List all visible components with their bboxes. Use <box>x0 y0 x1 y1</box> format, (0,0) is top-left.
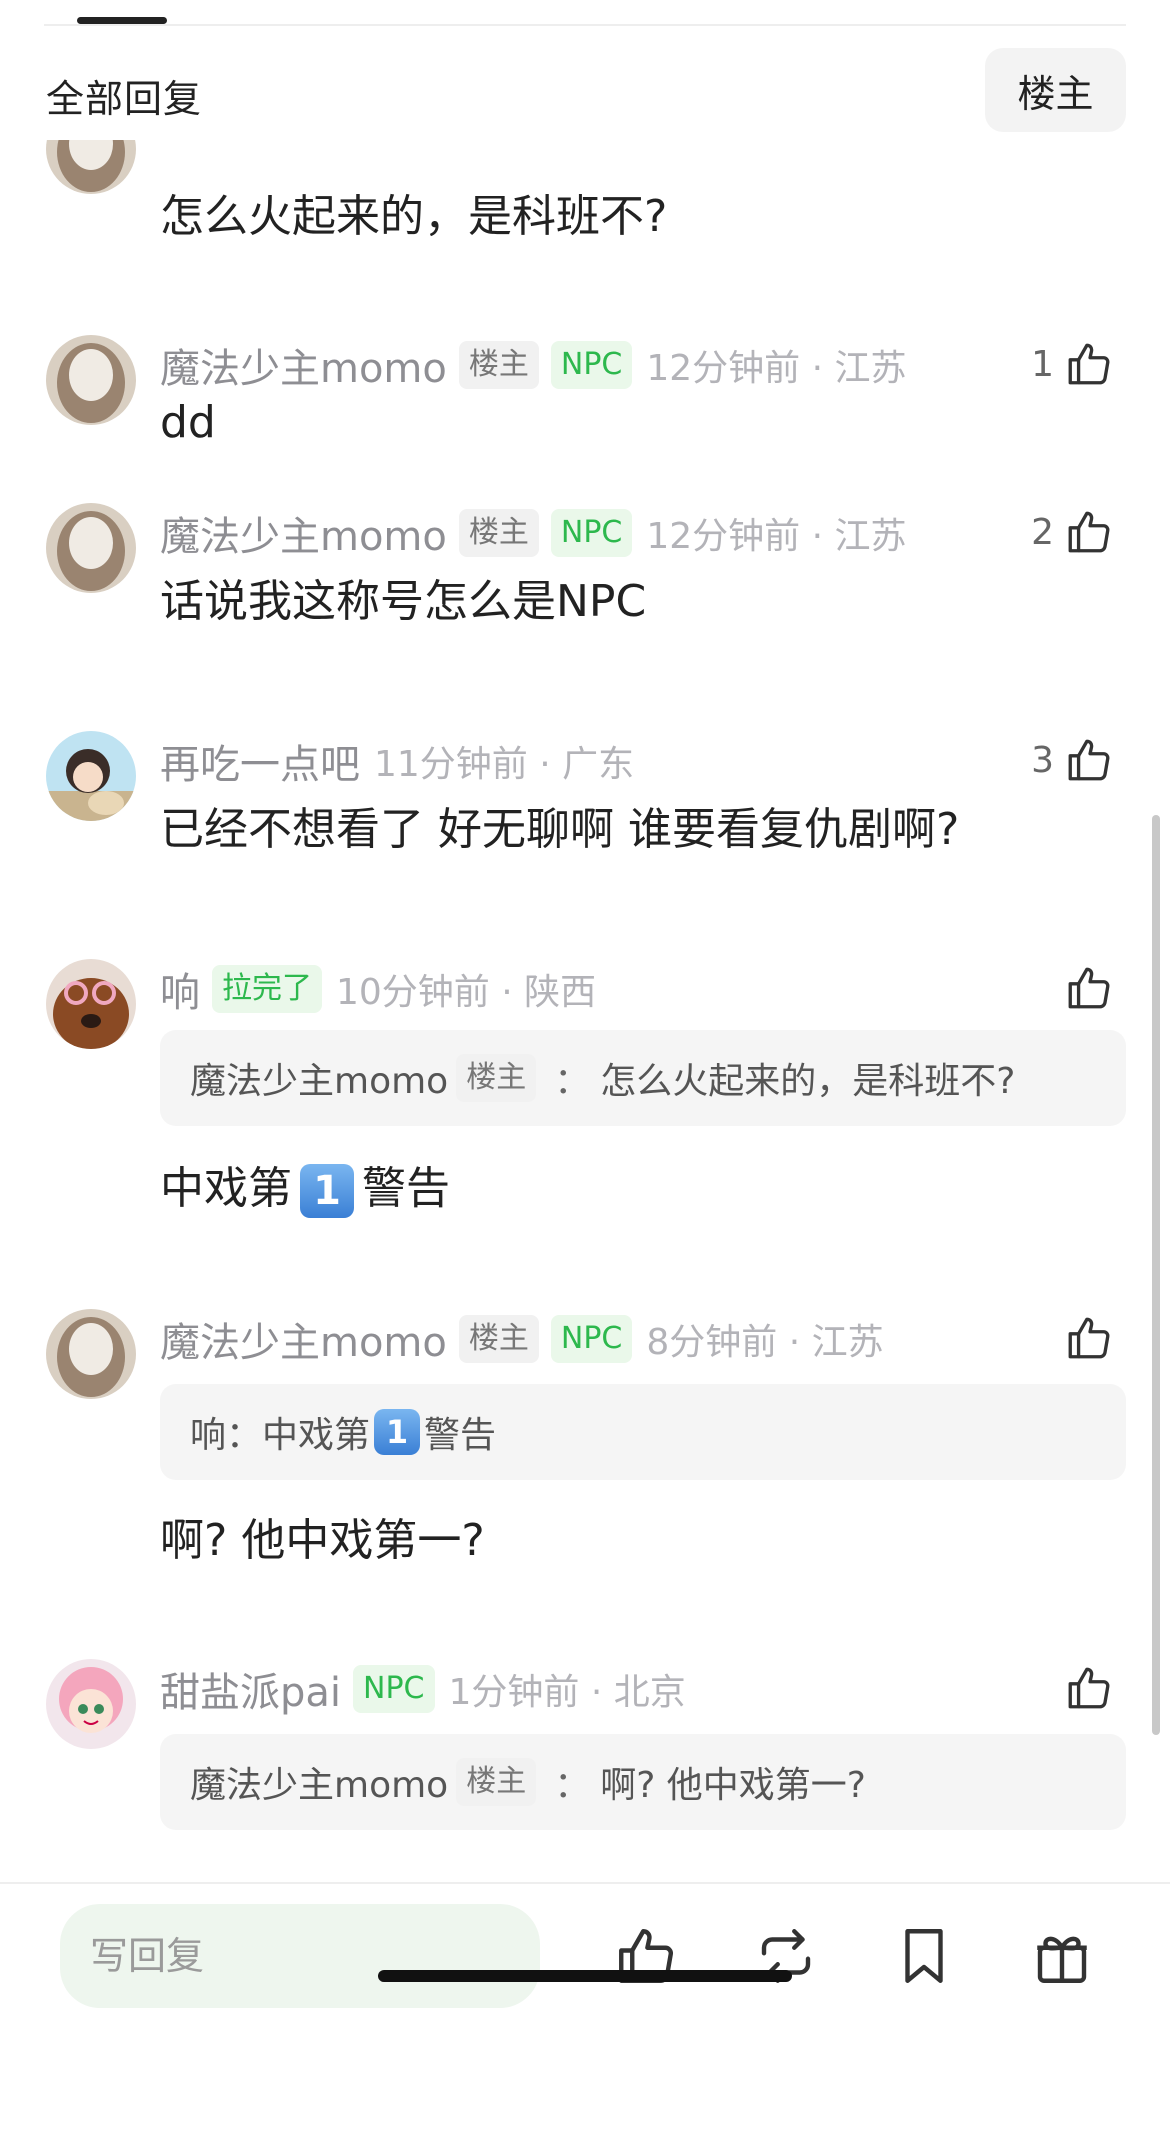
quote-username: 魔法少主momo <box>190 1765 449 1806</box>
username[interactable]: 再吃一点吧 <box>160 732 360 790</box>
username[interactable]: 魔法少主momo <box>160 1310 447 1368</box>
comment-item: 怎么火起来的，是科班不? <box>0 140 1170 260</box>
like-count: 2 <box>1031 511 1054 553</box>
time-location: 8分钟前 · 江苏 <box>646 1322 884 1363</box>
comment-meta: 魔法少主momo 楼主 NPC 12分钟前 · 江苏 <box>160 335 907 395</box>
top-divider <box>44 24 1126 26</box>
comment-item: 魔法少主momo 楼主 NPC 12分钟前 · 江苏 2 话说我这称号怎么是NP… <box>0 503 1170 683</box>
comment-text: dd <box>160 397 216 448</box>
avatar[interactable] <box>46 503 136 593</box>
owner-only-filter-button[interactable]: 楼主 <box>985 48 1126 132</box>
comment-meta: 响 拉完了 10分钟前 · 陕西 <box>160 959 596 1019</box>
top-handle <box>77 17 167 24</box>
thumbs-up-icon <box>1068 343 1110 385</box>
thumbs-up-icon <box>1068 739 1110 781</box>
thumbs-up-icon <box>1068 967 1110 1009</box>
like-count: 1 <box>1031 343 1054 385</box>
comment-text-part: 警告 <box>362 1163 450 1214</box>
title-badge: NPC <box>353 1665 435 1713</box>
like-button[interactable]: 2 <box>1031 507 1114 557</box>
avatar[interactable] <box>46 959 136 1049</box>
comment-text: 怎么火起来的，是科班不? <box>160 191 668 242</box>
time-location: 12分钟前 · 江苏 <box>646 348 907 389</box>
thumbs-up-icon <box>1068 1667 1110 1709</box>
owner-badge: 楼主 <box>456 1054 537 1102</box>
like-button[interactable]: 3 <box>1031 735 1114 785</box>
avatar[interactable] <box>46 335 136 425</box>
comment-item: 响 拉完了 10分钟前 · 陕西 魔法少主momo 楼主 ： 怎么火起来的，是科… <box>0 959 1170 1259</box>
keycap-one-emoji: 1 <box>374 1409 421 1455</box>
comment-meta: 再吃一点吧 11分钟前 · 广东 <box>160 731 634 791</box>
replies-header: 全部回复 楼主 <box>0 40 1170 140</box>
like-button[interactable]: 1 <box>1031 339 1114 389</box>
title-badge: NPC <box>550 341 633 389</box>
time-location: 1分钟前 · 北京 <box>448 1672 686 1713</box>
owner-badge: 楼主 <box>458 1315 539 1363</box>
time-location: 12分钟前 · 江苏 <box>646 516 907 557</box>
owner-badge: 楼主 <box>456 1758 537 1806</box>
like-count: 3 <box>1031 739 1054 781</box>
quote-text: 警告 <box>424 1415 497 1456</box>
repost-button[interactable] <box>746 1916 826 1996</box>
comment-meta: 魔法少主momo 楼主 NPC 8分钟前 · 江苏 <box>160 1309 884 1369</box>
comment-text: 话说我这称号怎么是NPC <box>160 576 647 627</box>
quote-username: 响： <box>190 1415 263 1456</box>
like-button[interactable] <box>1064 1313 1114 1363</box>
comment-meta: 魔法少主momo 楼主 NPC 12分钟前 · 江苏 <box>160 503 907 563</box>
title-badge: 拉完了 <box>212 965 322 1013</box>
comment-item: 再吃一点吧 11分钟前 · 广东 3 已经不想看了 好无聊啊 谁要看复仇剧啊? <box>0 731 1170 911</box>
like-post-button[interactable] <box>606 1916 686 1996</box>
avatar[interactable] <box>46 1659 136 1749</box>
quote-text: 中戏第 <box>262 1415 371 1456</box>
quote-username: 魔法少主momo <box>190 1061 449 1102</box>
title-badge: NPC <box>550 1315 633 1363</box>
bottom-action-bar <box>0 1884 1170 2131</box>
username[interactable]: 响 <box>160 960 200 1018</box>
scrollbar[interactable] <box>1152 815 1160 1735</box>
comment-text: 啊? 他中戏第一? <box>160 1515 485 1566</box>
avatar[interactable] <box>46 1309 136 1399</box>
gift-icon <box>1037 1936 1087 1983</box>
comment-meta: 甜盐派pai NPC 1分钟前 · 北京 <box>160 1659 686 1719</box>
comment-item: 魔法少主momo 楼主 NPC 12分钟前 · 江苏 1 dd <box>0 335 1170 515</box>
comment-list[interactable]: 怎么火起来的，是科班不? 魔法少主momo 楼主 NPC 12分钟前 · 江苏 … <box>0 140 1170 1885</box>
gift-button[interactable] <box>1022 1916 1102 1996</box>
quote-separator: ： <box>554 1765 591 1806</box>
title-badge: NPC <box>550 509 633 557</box>
comment-text: 中戏第 1 警告 <box>160 1152 450 1218</box>
owner-badge: 楼主 <box>458 341 539 389</box>
time-location: 10分钟前 · 陕西 <box>336 972 597 1013</box>
bookmark-icon <box>905 1929 943 1983</box>
username[interactable]: 魔法少主momo <box>160 336 447 394</box>
keycap-one-emoji: 1 <box>300 1164 354 1218</box>
avatar[interactable] <box>46 731 136 821</box>
username[interactable]: 甜盐派pai <box>160 1660 341 1718</box>
thumbs-up-icon <box>1068 1317 1110 1359</box>
quote-text: 怎么火起来的，是科班不? <box>600 1061 1016 1102</box>
home-indicator <box>378 1970 792 1982</box>
owner-badge: 楼主 <box>458 509 539 557</box>
quote-text: 啊? 他中戏第一? <box>600 1765 866 1806</box>
avatar[interactable] <box>46 140 136 194</box>
reply-input[interactable] <box>60 1904 540 2008</box>
page-title: 全部回复 <box>46 77 203 121</box>
comment-item: 魔法少主momo 楼主 NPC 8分钟前 · 江苏 响： 中戏第 1 警告 啊? 他… <box>0 1309 1170 1609</box>
bookmark-button[interactable] <box>884 1916 964 1996</box>
like-button[interactable] <box>1064 963 1114 1013</box>
thumbs-up-icon <box>1068 511 1110 553</box>
quoted-reply[interactable]: 魔法少主momo 楼主 ： 怎么火起来的，是科班不? <box>160 1030 1126 1126</box>
time-location: 11分钟前 · 广东 <box>374 744 635 785</box>
comment-text-part: 中戏第 <box>160 1163 292 1214</box>
username[interactable]: 魔法少主momo <box>160 504 447 562</box>
comment-item: 甜盐派pai NPC 1分钟前 · 北京 魔法少主momo 楼主 ： 啊? 他中… <box>0 1659 1170 1885</box>
comment-text: 已经不想看了 好无聊啊 谁要看复仇剧啊? <box>160 804 960 855</box>
quoted-reply[interactable]: 魔法少主momo 楼主 ： 啊? 他中戏第一? <box>160 1734 1126 1830</box>
quote-separator: ： <box>554 1061 591 1102</box>
like-button[interactable] <box>1064 1663 1114 1713</box>
quoted-reply[interactable]: 响： 中戏第 1 警告 <box>160 1384 1126 1480</box>
